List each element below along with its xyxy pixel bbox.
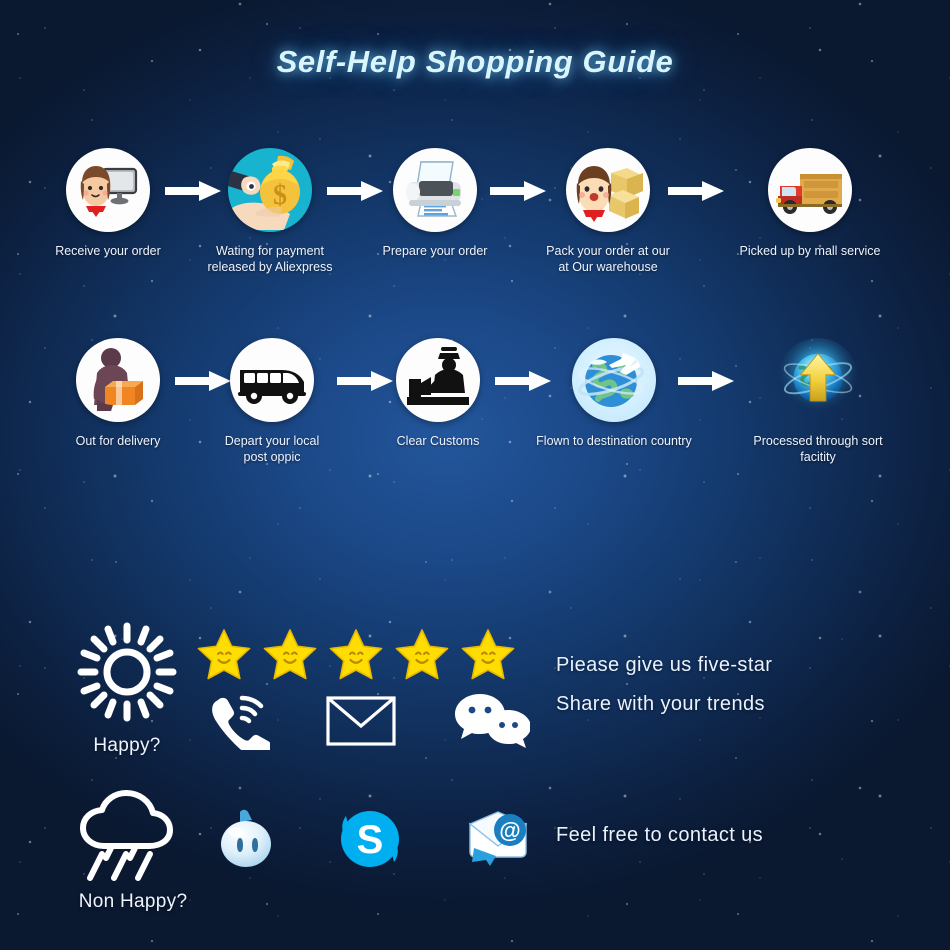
- flow-row-1: Receive your order $ Wating for payment …: [0, 148, 950, 308]
- flow-step-picked-up: Picked up by mall service: [730, 148, 890, 259]
- flow-step-flown-destination: Flown to destination country: [534, 338, 694, 449]
- envelope-icon[interactable]: [326, 696, 396, 746]
- non-happy-block: Non Happy?: [58, 788, 208, 913]
- delivery-truck-icon: [768, 148, 852, 232]
- happy-contact-row: [208, 692, 530, 750]
- yellow-smiling-star-icon: [461, 629, 515, 680]
- sun-icon: [77, 622, 177, 722]
- flow-step-pack-order: Pack your order at our at Our warehouse: [528, 148, 688, 275]
- tradmanager-icon[interactable]: [218, 808, 276, 870]
- flow-step-label: Out for delivery: [75, 434, 161, 448]
- flow-step-clear-customs: Clear Customs: [358, 338, 518, 449]
- right-arrow-icon: [678, 370, 734, 392]
- five-star-message: Piease give us five-star: [556, 654, 773, 676]
- flow-step-label: Picked up by mall service: [739, 244, 881, 258]
- share-message: Share with your trends: [556, 693, 765, 715]
- yellow-smiling-star-icon: [395, 629, 449, 680]
- flow-step-receive-order: Receive your order: [28, 148, 188, 259]
- flow-step-label: Receive your order: [55, 244, 161, 258]
- skype-icon[interactable]: S: [338, 808, 402, 870]
- email-at-icon[interactable]: @: [464, 808, 532, 870]
- flow-step-label: Pack your order at our at Our warehouse: [546, 244, 670, 274]
- flow-step-prepare-order: Prepare your order: [355, 148, 515, 259]
- flow-step-waiting-payment: $ Wating for payment released by Aliexpr…: [190, 148, 350, 275]
- globe-airplane-icon: [572, 338, 656, 422]
- courier-parcel-icon: [76, 338, 160, 422]
- flow-step-label: Clear Customs: [396, 434, 480, 448]
- girl-packages-icon: [566, 148, 650, 232]
- non-happy-label: Non Happy?: [78, 891, 188, 912]
- hand-money-bag-icon: $: [228, 148, 312, 232]
- flow-step-label: Processed through sort facitity: [753, 434, 883, 464]
- non-happy-contact-row: S @: [218, 808, 532, 870]
- page-title: Self-Help Shopping Guide: [276, 44, 674, 79]
- ringing-phone-icon[interactable]: [208, 692, 270, 750]
- globe-arrow-up-icon: [776, 338, 860, 422]
- flow-step-out-for-delivery: Out for delivery: [38, 338, 198, 449]
- flow-step-label: Depart your local post oppic: [224, 434, 320, 464]
- flow-step-label: Prepare your order: [382, 244, 488, 258]
- printer-icon: [393, 148, 477, 232]
- feedback-section: Happy? Piease give us five-star Share wi…: [0, 600, 950, 950]
- happy-label: Happy?: [93, 735, 161, 756]
- yellow-smiling-star-icon: [197, 629, 251, 680]
- flow-step-depart-post-office: Depart your local post oppic: [192, 338, 352, 465]
- flow-step-label: Flown to destination country: [536, 434, 692, 448]
- yellow-smiling-star-icon: [329, 629, 383, 680]
- flow-row-2: Out for delivery Depart your local post …: [0, 338, 950, 498]
- wechat-bubbles-icon[interactable]: [452, 692, 530, 750]
- yellow-smiling-star-icon: [263, 629, 317, 680]
- right-arrow-icon: [668, 180, 724, 202]
- shopping-guide-banner: Self-Help Shopping Guide Receive your or…: [0, 0, 950, 950]
- flow-step-label: Wating for payment released by Aliexpres…: [207, 244, 333, 274]
- customs-officer-icon: [396, 338, 480, 422]
- rain-cloud-icon: [80, 790, 173, 881]
- svg-text:S: S: [357, 818, 384, 862]
- five-star-rating[interactable]: [196, 628, 516, 682]
- happy-block: Happy?: [52, 620, 202, 757]
- contact-us-message: Feel free to contact us: [556, 824, 764, 846]
- girl-computer-icon: [66, 148, 150, 232]
- flow-step-sort-facility: Processed through sort facitity: [738, 338, 898, 465]
- delivery-van-icon: [230, 338, 314, 422]
- svg-text:@: @: [499, 818, 520, 843]
